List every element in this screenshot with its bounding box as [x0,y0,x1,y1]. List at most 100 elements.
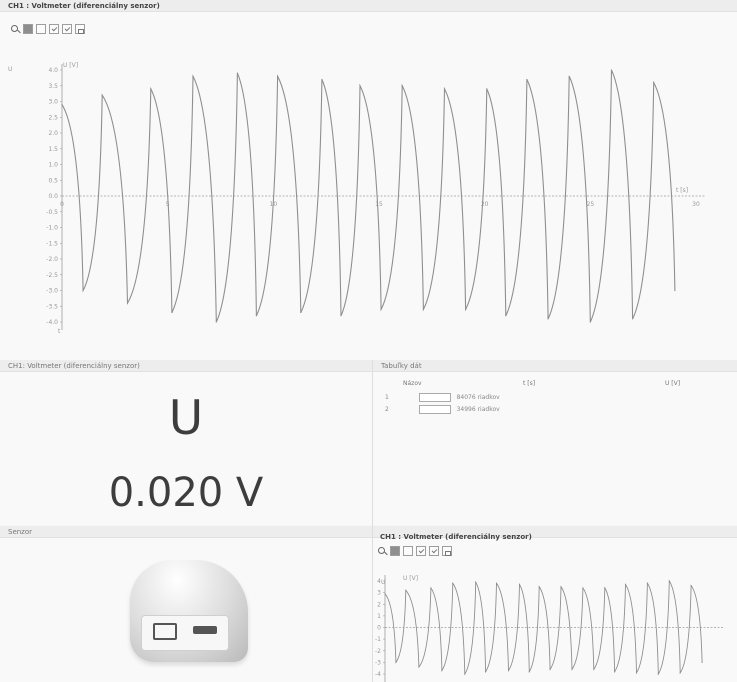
mini-data-point [475,581,477,583]
table-row-index: 1 [385,394,389,401]
mini-data-point [679,672,681,674]
mini-y-tick-label: 3 [377,590,381,597]
mini-data-point [571,668,573,670]
table-row-name: 84076 riadkov [456,394,500,401]
mini-y-tick-label: 1 [377,613,381,620]
main-y-axis-label: U [V] [63,62,78,69]
main-y-tick-label: 4.0 [48,67,58,74]
mini-y-tick-label: 0 [377,625,381,632]
table-row[interactable]: 2 34996 riadkov [385,405,500,414]
main-data-point [486,88,488,90]
device-face [141,615,229,651]
main-y-tick-label: -2.5 [46,272,58,279]
main-data-point [526,78,528,81]
mini-data-point [593,668,595,670]
main-data-point [340,315,342,317]
row-select-box[interactable] [418,405,451,414]
main-y-tick-label: 1.0 [48,162,58,169]
mini-data-point [495,582,498,584]
screen: CH1 : Voltmeter (diferenciálny senzor) U… [0,0,737,682]
main-y-tick-label: 1.5 [48,146,58,153]
main-y-tick-label: -3.5 [46,303,58,310]
connector-port-icon [193,626,217,634]
mini-data-point [690,585,692,587]
main-y-tick-label: 2.0 [48,130,58,137]
main-graph-panel: CH1 : Voltmeter (diferenciálny senzor) U… [0,0,737,360]
main-data-point [589,321,591,323]
main-y-tick-label: 3.0 [48,99,58,106]
main-y-tick-label: 0.5 [48,177,58,184]
mini-data-point [582,587,584,589]
mini-data-point [657,673,659,675]
main-data-point [101,94,103,96]
meter-title: CH1: Voltmeter (diferenciálny senzor) [8,362,140,370]
main-y-tick-label: -0.5 [46,209,58,216]
main-data-point [380,308,382,310]
row-select-box[interactable] [418,393,451,402]
mini-data-point [528,671,530,673]
table-header-u: U [V] [665,380,681,387]
main-data-point [568,75,570,77]
main-data-point [443,88,446,90]
mini-data-point [646,582,648,584]
mini-y-tick-label: -4 [375,671,381,678]
mini-data-point [395,661,397,663]
main-data-point [192,75,194,77]
main-data-point [465,308,467,310]
main-x-tick-label: 0 [60,201,64,208]
mini-data-point [538,586,540,588]
main-data-point [401,85,403,87]
sensor-device-image [130,560,248,662]
table-panel: Tabuľky dát Názov t [s] U [V] 1 84076 ri… [373,360,737,525]
mini-data-point [464,673,466,675]
meter-value: 0.020 V [108,470,264,516]
main-x-tick-label: 25 [587,201,595,208]
mini-data-point [518,583,521,586]
mini-data-point [560,586,562,588]
main-data-point [150,88,152,90]
mini-data-point [484,671,487,673]
main-graph-chart[interactable]: U U [V] t t [s] 4.0 3.5 3.0 2.5 2.0 1.5 1.0 0.5… [0,0,737,360]
main-y-tick-label: 0.0 [48,193,58,200]
main-data-point [674,289,676,292]
mini-y-tick-label: 4 [377,578,381,585]
mini-graph-chart[interactable]: U U [V] 43210-1-2-3-4 [373,526,737,682]
mini-data-point [452,582,454,584]
device-header [0,526,372,538]
main-data-point [236,72,239,74]
main-y-tick-label: -4.0 [46,319,58,326]
mini-data-point [635,672,638,674]
main-x-axis-short: t [58,328,61,335]
table-row-name: 34996 riadkov [456,406,500,413]
mini-y-tick-label: -2 [375,648,381,655]
mini-data-point [430,587,432,589]
mini-data-point [418,666,420,668]
mini-y-tick-label: -3 [375,659,381,666]
main-y-tick-label: -1.0 [46,225,58,232]
mini-data-point [701,661,703,663]
main-y-tick-label: 2.5 [48,114,58,121]
main-data-point [82,289,84,292]
main-y-tick-label: -1.5 [46,240,58,247]
mini-data-point [549,668,551,670]
table-header-name: Názov [403,380,422,387]
table-header [373,360,737,372]
main-data-point [632,318,634,320]
meter-symbol: U [168,391,204,446]
main-x-tick-label: 15 [375,201,383,208]
main-data-point [215,321,217,323]
main-data-point [255,315,258,317]
main-data-point [171,311,173,314]
table-row[interactable]: 1 84076 riadkov [385,393,500,402]
main-data-point [61,104,63,106]
usb-port-icon [153,623,177,640]
main-data-point [610,69,613,71]
main-y-tick-label: 3.5 [48,83,58,90]
device-title: Senzor [8,528,33,536]
mini-y-tick-label: -1 [375,636,381,643]
main-data-point [321,78,323,81]
mini-data-point [668,580,670,582]
mini-y-tick-label: 2 [377,601,381,608]
mini-y-axis-label: U [V] [403,575,418,582]
mini-data-point [604,587,606,589]
